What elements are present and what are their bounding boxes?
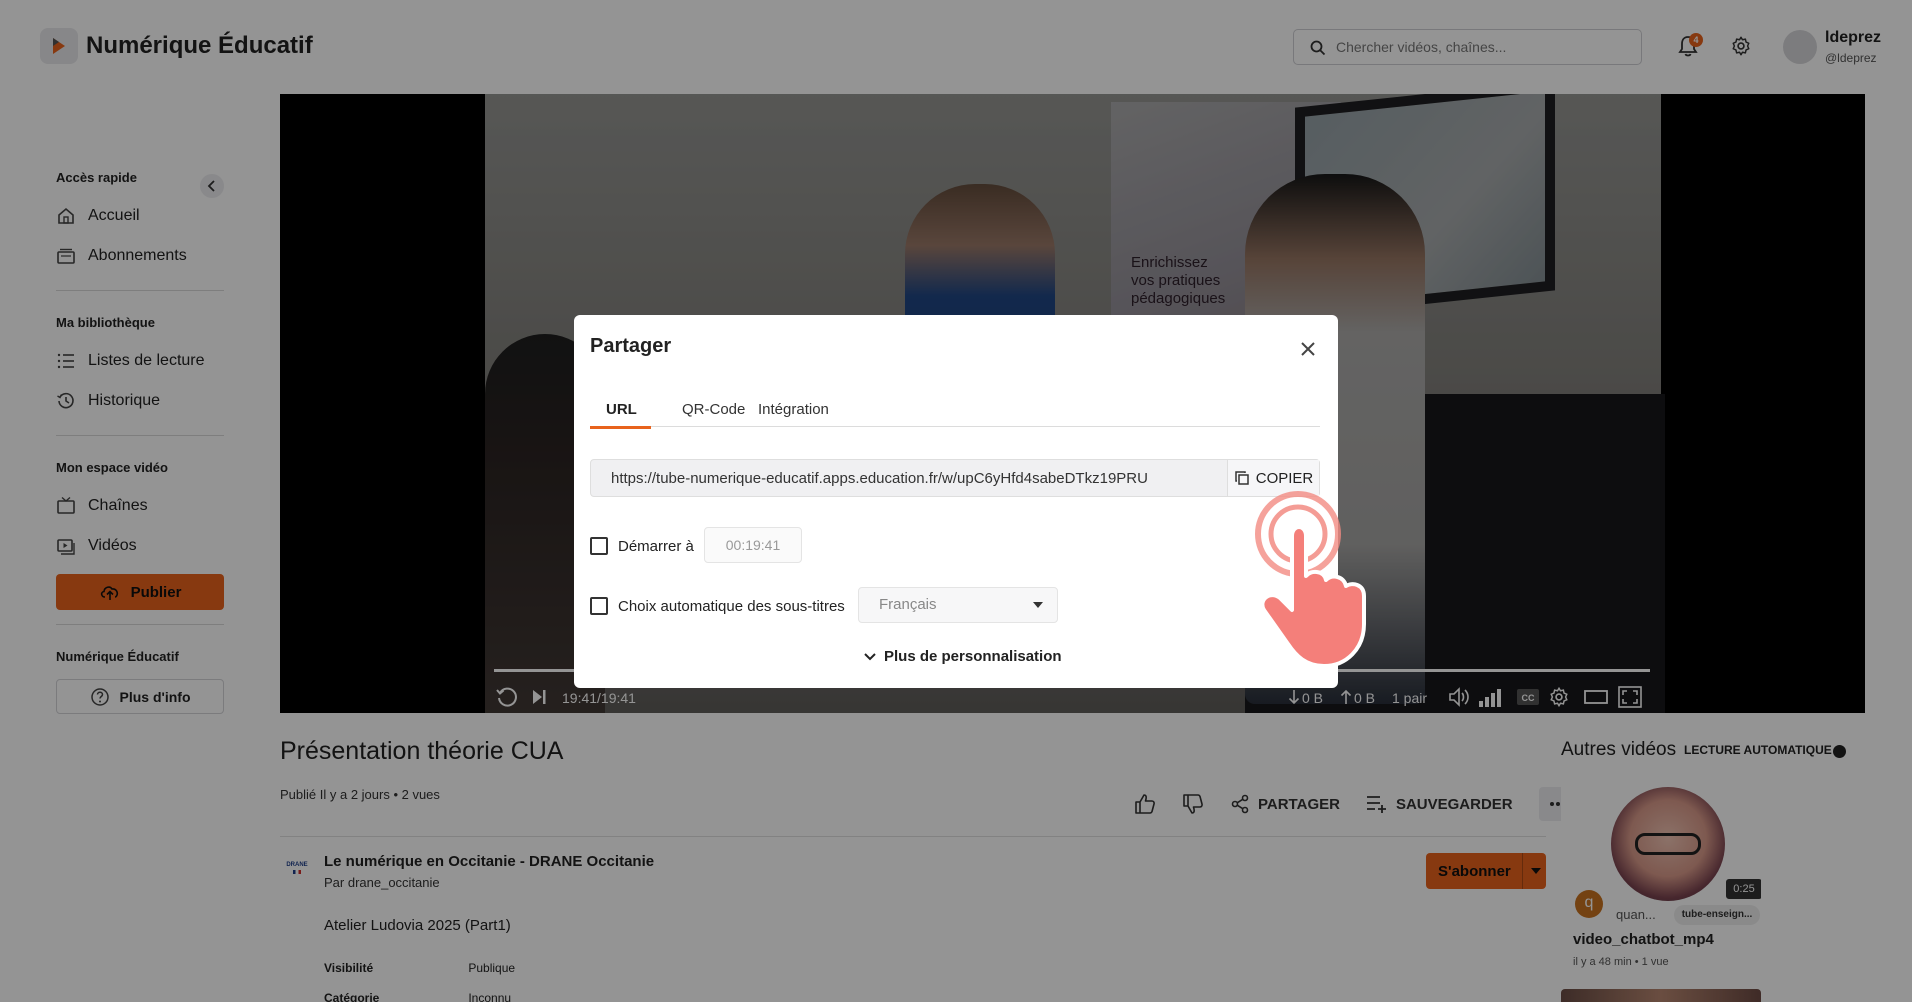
caret-down-icon <box>1033 602 1043 608</box>
tab-qr-code[interactable]: QR-Code <box>682 401 745 427</box>
tab-integration[interactable]: Intégration <box>758 401 829 427</box>
copy-icon <box>1234 471 1249 485</box>
active-tab-indicator <box>590 426 651 429</box>
start-at-checkbox[interactable] <box>590 537 608 555</box>
dialog-title: Partager <box>590 335 672 357</box>
tab-url[interactable]: URL <box>606 401 637 427</box>
close-icon[interactable] <box>1296 337 1320 361</box>
start-time-input[interactable]: 00:19:41 <box>704 527 802 563</box>
subtitles-row: Choix automatique des sous-titres <box>590 597 845 615</box>
auto-subtitles-label[interactable]: Choix automatique des sous-titres <box>618 598 845 615</box>
share-dialog: Partager URL QR-Code Intégration COPIER … <box>574 315 1338 688</box>
chevron-down-icon <box>864 652 876 660</box>
start-at-row: Démarrer à <box>590 537 694 555</box>
auto-subtitles-checkbox[interactable] <box>590 597 608 615</box>
more-customization-toggle[interactable]: Plus de personnalisation <box>864 648 1062 665</box>
subtitle-language-value: Français <box>879 596 937 613</box>
tap-hand-icon <box>1255 491 1366 668</box>
more-customization-label: Plus de personnalisation <box>884 648 1062 665</box>
subtitle-language-select[interactable]: Français <box>858 587 1058 623</box>
share-tabs: URL QR-Code Intégration <box>590 401 1320 427</box>
start-at-label[interactable]: Démarrer à <box>618 538 694 555</box>
share-url-group: COPIER <box>590 459 1320 497</box>
share-url-input[interactable] <box>591 460 1225 496</box>
